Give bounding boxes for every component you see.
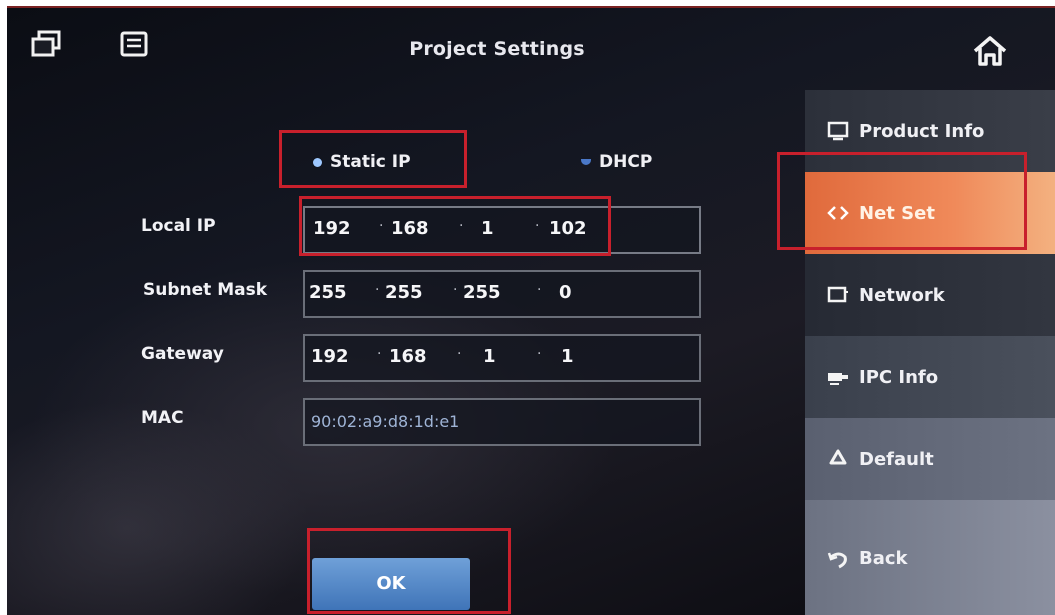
annotation-box-net-set [777,152,1027,250]
sidebar-item-network[interactable]: Network [805,254,1055,336]
annotation-box-ok [307,528,511,614]
gateway-octet-4[interactable]: 1 [561,346,574,367]
ip-separator: · [453,282,458,298]
mac-value: 90:02:a9:d8:1d:e1 [311,412,460,431]
gateway-field[interactable]: 192 · 168 · 1 · 1 [303,334,701,382]
network-icon [827,286,848,303]
recycle-icon [829,449,847,465]
ip-separator: · [457,346,462,362]
dhcp-label: DHCP [599,152,653,172]
subnet-octet-3[interactable]: 255 [463,282,501,303]
gateway-octet-2[interactable]: 168 [389,346,427,367]
mac-label: MAC [141,408,184,428]
sidebar-item-back[interactable]: Back [805,500,1055,615]
sidebar-item-default[interactable]: Default [805,418,1055,500]
camera-icon [828,373,848,385]
dhcp-radio[interactable]: DHCP [581,152,652,172]
subnet-mask-field[interactable]: 255 · 255 · 255 · 0 [303,270,701,318]
radio-unselected-icon [581,159,591,165]
home-icon[interactable] [971,34,1009,68]
subnet-octet-4[interactable]: 0 [559,282,572,303]
sidebar-item-label: Back [859,548,908,569]
annotation-box-static-ip [279,130,467,188]
sidebar-item-label: Network [859,284,945,306]
ip-separator: · [537,346,542,362]
annotation-box-local-ip [299,196,611,256]
sidebar-item-ipc-info[interactable]: IPC Info [805,336,1055,418]
device-icon[interactable] [119,30,149,58]
device-screen: Project Settings Static IP DHCP Local IP… [7,6,1055,615]
sidebar-item-label: Product Info [859,120,985,142]
ip-separator: · [375,282,380,298]
gateway-octet-3[interactable]: 1 [483,346,496,367]
mac-field: 90:02:a9:d8:1d:e1 [303,398,701,446]
gateway-label: Gateway [141,344,224,364]
local-ip-label: Local IP [141,216,216,236]
gateway-octet-1[interactable]: 192 [311,346,349,367]
top-bar: Project Settings [7,8,1055,86]
ip-separator: · [377,346,382,362]
sidebar-item-label: Default [859,448,934,470]
sidebar-item-label: IPC Info [859,366,939,388]
back-arrow-icon [827,552,847,568]
page-title: Project Settings [409,38,585,60]
subnet-mask-label: Subnet Mask [143,280,268,300]
windows-icon[interactable] [31,30,61,58]
ip-separator: · [537,282,542,298]
subnet-octet-1[interactable]: 255 [309,282,347,303]
monitor-icon [827,121,849,141]
subnet-octet-2[interactable]: 255 [385,282,423,303]
